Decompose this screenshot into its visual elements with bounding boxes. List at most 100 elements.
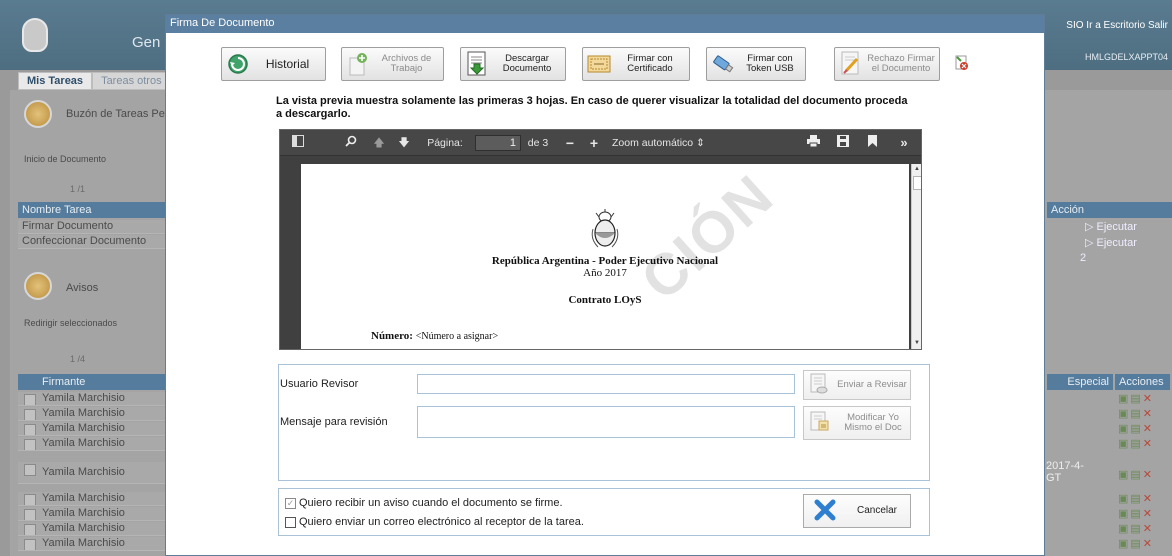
print-icon[interactable] [805, 135, 821, 151]
pager-2[interactable]: 1 /4 [70, 354, 85, 364]
pager-1[interactable]: 1 /1 [70, 184, 85, 194]
archivos-label: Archivos de Trabajo [381, 53, 432, 74]
correo-checkbox-box[interactable] [285, 516, 296, 528]
ejecutar-link[interactable]: ▷ Ejecutar [1085, 220, 1137, 233]
firma-documento-dialog: Firma De Documento Historial Archivos de… [165, 14, 1045, 556]
add-file-icon [346, 52, 370, 76]
enviar-revisar-button[interactable]: Enviar a Revisar [803, 370, 911, 400]
historial-button[interactable]: Historial [221, 47, 326, 81]
archivos-trabajo-button[interactable]: Archivos de Trabajo [341, 47, 444, 81]
task-row[interactable]: Firmar Documento [18, 220, 166, 234]
cancelar-button[interactable]: Cancelar [803, 494, 911, 528]
bandeja-icon [24, 100, 52, 128]
row-actions-icons[interactable]: ▣▤✕ [1118, 407, 1164, 420]
zoom-in-icon[interactable]: + [587, 135, 601, 151]
zoom-select[interactable]: Zoom automático ⇕ [612, 135, 708, 151]
firmante-header: Firmante [18, 374, 166, 390]
search-icon[interactable] [343, 135, 359, 151]
rechazo-label: Rechazo Firmar el Documento [867, 53, 935, 74]
fecha-fragment-2: GT [1046, 472, 1062, 484]
firmante-row[interactable]: Yamila Marchisio [18, 507, 166, 521]
modificar-label: Modificar Yo Mismo el Doc [844, 412, 902, 433]
row-actions-icons[interactable]: ▣▤✕ [1118, 507, 1164, 520]
coat-of-arms-icon [590, 209, 620, 249]
row-actions-icons[interactable]: ▣▤✕ [1118, 522, 1164, 535]
pdf-page: CIÓN República Argentina - Poder Ejecuti… [301, 164, 909, 349]
bookmark-icon[interactable] [865, 135, 879, 151]
top-links[interactable]: SIO Ir a Escritorio Salir [1066, 20, 1168, 31]
correo-checkbox[interactable]: Quiero enviar un correo electrónico al r… [285, 516, 584, 528]
row-actions-icons[interactable]: ▣▤✕ [1118, 437, 1164, 450]
avisos-icon [24, 272, 52, 300]
modificar-yo-mismo-button[interactable]: Modificar Yo Mismo el Doc [803, 406, 911, 440]
previous-page-icon[interactable]: 🡅 [372, 135, 386, 151]
tools-menu-icon[interactable]: » [895, 135, 913, 151]
doc-title: Contrato LOyS [568, 294, 642, 306]
opciones-panel: ✓ Quiero recibir un aviso cuando el docum… [278, 488, 930, 536]
cancelar-label: Cancelar [856, 505, 898, 516]
task-count: 2 [1080, 252, 1087, 264]
argentina-emblem-logo [22, 18, 48, 52]
page-label: Página: [427, 137, 463, 149]
revision-panel: Usuario Revisor Mensaje para revisión En… [278, 364, 930, 481]
aviso-checkbox-box[interactable]: ✓ [285, 497, 296, 509]
server-name: HMLGDELXAPPT04 [1084, 52, 1168, 62]
usuario-revisor-label: Usuario Revisor [280, 378, 359, 390]
pdf-viewer: 🡅 🡇 Página: 1 de 3 − + Zoom automático ⇕… [279, 129, 922, 350]
redirigir-button[interactable]: Redirigir seleccionados [24, 318, 117, 328]
row-actions-icons[interactable]: ▣▤✕ [1118, 422, 1164, 435]
firmante-row[interactable]: Yamila Marchisio [18, 537, 166, 551]
firmante-row[interactable]: Yamila Marchisio [18, 437, 166, 451]
aviso-checkbox[interactable]: ✓ Quiero recibir un aviso cuando el docum… [285, 497, 563, 509]
firmante-row[interactable]: Yamila Marchisio [18, 407, 166, 421]
firmar-certificado-button[interactable]: Firmar con Certificado [582, 47, 690, 81]
rechazo-firmar-button[interactable]: Rechazo Firmar el Documento [834, 47, 940, 81]
mensaje-revision-input[interactable] [417, 406, 795, 438]
page-total: de 3 [527, 137, 549, 149]
cancel-x-icon [814, 499, 836, 524]
bandeja-label: Buzón de Tareas Pe [66, 108, 165, 120]
fecha-fragment: 2017-4- [1046, 460, 1084, 472]
preview-notice: La vista previa muestra solamente las pr… [276, 95, 908, 120]
firmante-row[interactable]: Yamila Marchisio [18, 492, 166, 506]
aviso-label: Quiero recibir un aviso cuando el docume… [299, 497, 563, 509]
avisos-label: Avisos [66, 282, 99, 294]
ejecutar-link[interactable]: ▷ Ejecutar [1085, 236, 1137, 249]
history-icon [226, 52, 250, 76]
row-actions-icons[interactable]: ▣▤✕ [1118, 492, 1164, 505]
firmante-row[interactable]: Yamila Marchisio [18, 422, 166, 436]
download-icon [465, 51, 489, 76]
doc-header-line2: Año 2017 [583, 267, 627, 279]
send-review-icon [810, 373, 828, 398]
usuario-revisor-input[interactable] [417, 374, 795, 394]
acciones-header: Acciones [1115, 374, 1170, 390]
zoom-out-icon[interactable]: − [563, 135, 577, 151]
mensaje-revision-label: Mensaje para revisión [280, 416, 388, 428]
certificate-icon [587, 52, 611, 76]
pdf-scrollbar[interactable]: ▲ ▼ [911, 164, 921, 349]
firmante-row[interactable]: Yamila Marchisio [18, 392, 166, 406]
reject-sign-icon [839, 51, 863, 76]
page-number-input[interactable]: 1 [475, 135, 521, 151]
next-page-icon[interactable]: 🡇 [397, 135, 411, 151]
firmante-row[interactable]: Yamila Marchisio [18, 522, 166, 536]
save-icon[interactable] [835, 135, 851, 151]
document-error-icon[interactable] [955, 55, 969, 71]
tasks-header: Nombre Tarea [18, 202, 166, 218]
sidebar-toggle-icon[interactable] [290, 135, 306, 151]
accion-header: Acción [1047, 202, 1172, 218]
row-actions-icons[interactable]: ▣▤✕ [1118, 392, 1164, 405]
task-row[interactable]: Confeccionar Documento [18, 235, 166, 249]
firmar-certificado-label: Firmar con Certificado [627, 53, 673, 74]
enviar-label: Enviar a Revisar [837, 379, 907, 390]
descargar-documento-button[interactable]: Descargar Documento [460, 47, 566, 81]
firmante-row[interactable]: Yamila Marchisio [18, 462, 166, 484]
usb-token-icon [711, 52, 735, 76]
tab-tareas-otros[interactable]: Tareas otros [92, 72, 171, 90]
scrollbar-thumb[interactable] [913, 176, 921, 190]
row-actions-icons[interactable]: ▣▤✕ [1118, 537, 1164, 550]
row-actions-icons[interactable]: ▣▤✕ [1118, 468, 1164, 481]
tab-mis-tareas[interactable]: Mis Tareas [18, 72, 93, 90]
firmar-token-usb-button[interactable]: Firmar con Token USB [706, 47, 806, 81]
inicio-documento-button[interactable]: Inicio de Documento [24, 154, 106, 164]
